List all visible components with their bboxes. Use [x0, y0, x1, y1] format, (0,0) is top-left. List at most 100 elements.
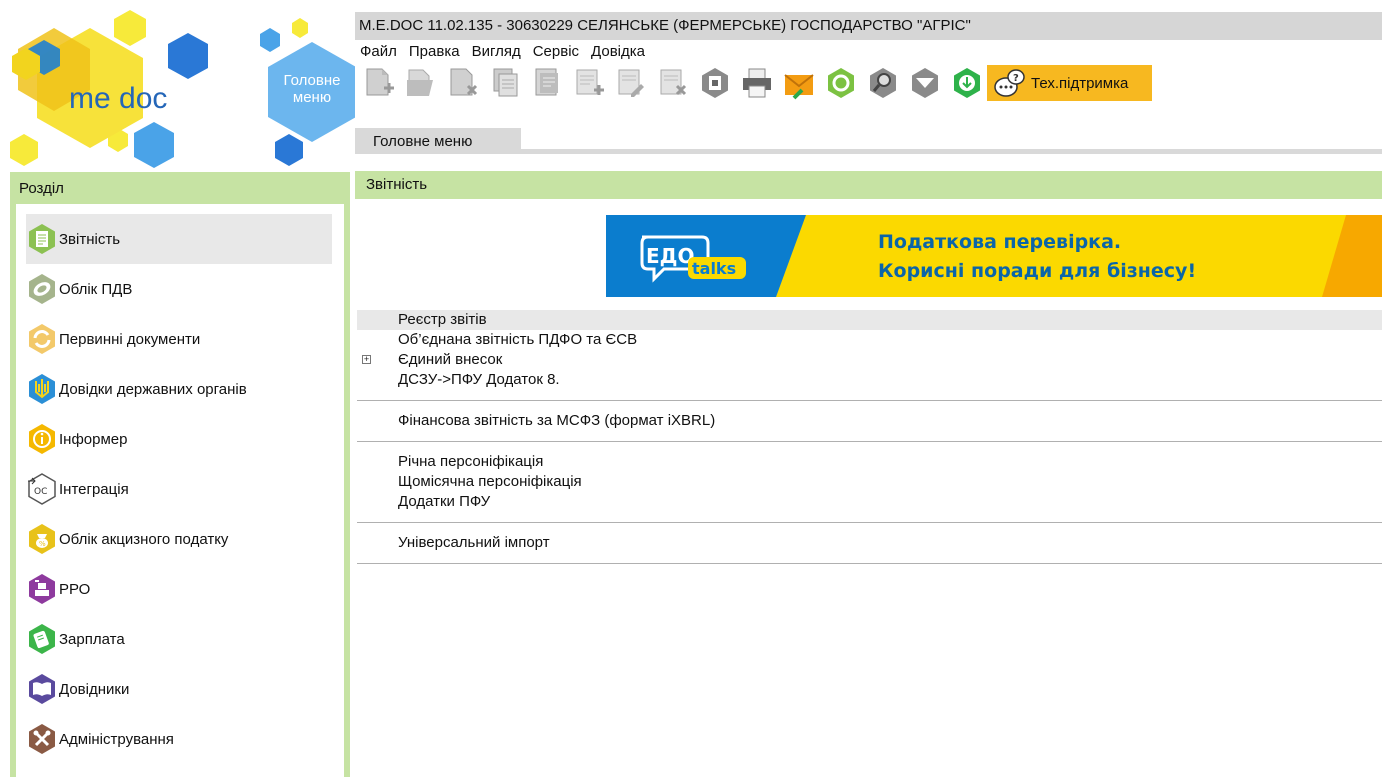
- banner-logo-top: ЕДО: [646, 244, 694, 268]
- import-icon: [702, 68, 728, 98]
- sidebar-item-informer[interactable]: Інформер: [26, 414, 332, 464]
- edit-row-button[interactable]: [610, 64, 652, 102]
- send-mail-button[interactable]: [778, 64, 820, 102]
- sidebar-item-label: Адміністрування: [59, 730, 174, 748]
- list-item-label: Реєстр звітів: [398, 311, 487, 328]
- cash-register-icon: [29, 574, 55, 604]
- book-icon: [29, 674, 55, 704]
- list-item[interactable]: Додатки ПФУ: [357, 492, 1382, 512]
- sidebar-item-label: Облік ПДВ: [59, 280, 133, 298]
- list-item-label: Додатки ПФУ: [398, 493, 491, 510]
- svg-text:OC: OC: [34, 487, 47, 497]
- sidebar-item-gov-certificates[interactable]: Довідки державних органів: [26, 364, 332, 414]
- sidebar-item-label: Інформер: [59, 430, 128, 448]
- sidebar-item-administration[interactable]: Адміністрування: [26, 714, 332, 764]
- report-list: Реєстр звітів Об’єднана звітність ПДФО т…: [357, 310, 1382, 564]
- delete-row-button[interactable]: [652, 64, 694, 102]
- properties-icon: [535, 68, 558, 96]
- filter-button[interactable]: [904, 64, 946, 102]
- list-item[interactable]: ДСЗУ->ПФУ Додаток 8.: [357, 370, 1382, 390]
- sidebar-item-directories[interactable]: Довідники: [26, 664, 332, 714]
- sidebar-item-rro[interactable]: РРО: [26, 564, 332, 614]
- tech-support-button[interactable]: ? Тех.підтримка: [987, 65, 1152, 101]
- tab-main-menu[interactable]: Головне меню: [355, 128, 521, 154]
- banner-text: Податкова перевірка. Корисні поради для …: [878, 228, 1196, 286]
- import-button[interactable]: [694, 64, 736, 102]
- tools-icon: [29, 724, 55, 754]
- delete-doc-button[interactable]: [442, 64, 484, 102]
- list-item-label: Об’єднана звітність ПДФО та ЄСВ: [398, 331, 638, 348]
- edo-talks-banner[interactable]: ЕДО talks Податкова перевірка. Корисні п…: [606, 215, 1382, 297]
- main-menu-button[interactable]: Головне меню: [272, 72, 352, 106]
- tab-strip: Головне меню: [355, 128, 1382, 154]
- new-doc-button[interactable]: [358, 64, 400, 102]
- sidebar: Розділ Звітність Облік ПДВ Первинні доку…: [10, 172, 350, 777]
- copy-doc-button[interactable]: [484, 64, 526, 102]
- list-item[interactable]: Річна персоніфікація: [357, 452, 1382, 472]
- list-item[interactable]: Універсальний імпорт: [357, 533, 1382, 553]
- sidebar-item-excise[interactable]: % Облік акцизного податку: [26, 514, 332, 564]
- open-folder-icon: [407, 69, 433, 96]
- send-mail-icon: [784, 74, 814, 100]
- properties-button[interactable]: [526, 64, 568, 102]
- sidebar-item-vat[interactable]: Облік ПДВ: [26, 264, 332, 314]
- list-item-label: Річна персоніфікація: [398, 453, 544, 470]
- list-item-label: Універсальний імпорт: [398, 534, 550, 551]
- menu-file[interactable]: Файл: [355, 42, 403, 62]
- svg-text:%: %: [39, 540, 46, 548]
- sidebar-item-label: Інтеграція: [59, 480, 129, 498]
- list-item-label: Єдиний внесок: [398, 351, 503, 368]
- refresh-status-button[interactable]: [820, 64, 862, 102]
- filter-icon: [912, 68, 938, 98]
- list-item-label: Фінансова звітність за МСФЗ (формат iXBR…: [398, 412, 716, 429]
- list-item[interactable]: Фінансова звітність за МСФЗ (формат iXBR…: [357, 411, 1382, 431]
- primary-docs-icon: [29, 324, 55, 354]
- sidebar-item-primary-docs[interactable]: Первинні документи: [26, 314, 332, 364]
- menu-edit[interactable]: Правка: [403, 42, 466, 62]
- list-item[interactable]: Щомісячна персоніфікація: [357, 472, 1382, 492]
- support-chat-icon: ?: [994, 69, 1025, 97]
- open-folder-button[interactable]: [400, 64, 442, 102]
- list-item[interactable]: + Єдиний внесок: [357, 350, 1382, 370]
- toolbar: [358, 64, 988, 102]
- download-button[interactable]: [946, 64, 988, 102]
- search-icon: [870, 68, 896, 98]
- list-item[interactable]: Об’єднана звітність ПДФО та ЄСВ: [357, 330, 1382, 350]
- copy-doc-icon: [493, 68, 518, 97]
- sidebar-header: Розділ: [19, 180, 64, 197]
- menu-view[interactable]: Вигляд: [466, 42, 527, 62]
- add-row-button[interactable]: [568, 64, 610, 102]
- sidebar-item-salary[interactable]: Зарплата: [26, 614, 332, 664]
- sidebar-item-reporting[interactable]: Звітність: [26, 214, 332, 264]
- trident-icon: [29, 374, 55, 404]
- print-icon: [743, 68, 771, 98]
- report-group: Фінансова звітність за МСФЗ (формат iXBR…: [357, 401, 1382, 442]
- window-title: M.E.DOC 11.02.135 - 30630229 СЕЛЯНСЬКЕ (…: [355, 12, 1382, 40]
- search-button[interactable]: [862, 64, 904, 102]
- expand-icon[interactable]: +: [362, 355, 371, 364]
- list-item-label: Щомісячна персоніфікація: [398, 473, 582, 490]
- menu-service[interactable]: Сервіс: [527, 42, 585, 62]
- sidebar-item-label: Первинні документи: [59, 330, 201, 348]
- content-header: Звітність: [355, 171, 1382, 199]
- main-menu-label: Головне меню: [283, 72, 341, 106]
- list-item[interactable]: Реєстр звітів: [357, 310, 1382, 330]
- print-button[interactable]: [736, 64, 778, 102]
- banner-orange-panel: [1322, 215, 1382, 297]
- new-doc-icon: [366, 68, 394, 96]
- sidebar-item-label: РРО: [59, 580, 91, 598]
- sidebar-item-label: Довідки державних органів: [59, 380, 247, 398]
- svg-text:?: ?: [1013, 73, 1019, 84]
- report-group: Річна персоніфікація Щомісячна персоніфі…: [357, 442, 1382, 523]
- download-icon: [954, 68, 980, 98]
- report-group: Універсальний імпорт: [357, 523, 1382, 564]
- banner-line-2: Корисні поради для бізнесу!: [878, 260, 1197, 282]
- report-group: Реєстр звітів Об’єднана звітність ПДФО т…: [357, 310, 1382, 401]
- sidebar-item-label: Зарплата: [59, 630, 125, 648]
- integration-icon: OC: [28, 473, 56, 505]
- menu-help[interactable]: Довідка: [585, 42, 651, 62]
- edo-talks-logo-icon: ЕДО talks: [640, 235, 746, 283]
- logo-text: me doc: [69, 82, 167, 115]
- tab-underline: [521, 149, 1382, 154]
- sidebar-item-integration[interactable]: OC Інтеграція: [26, 464, 332, 514]
